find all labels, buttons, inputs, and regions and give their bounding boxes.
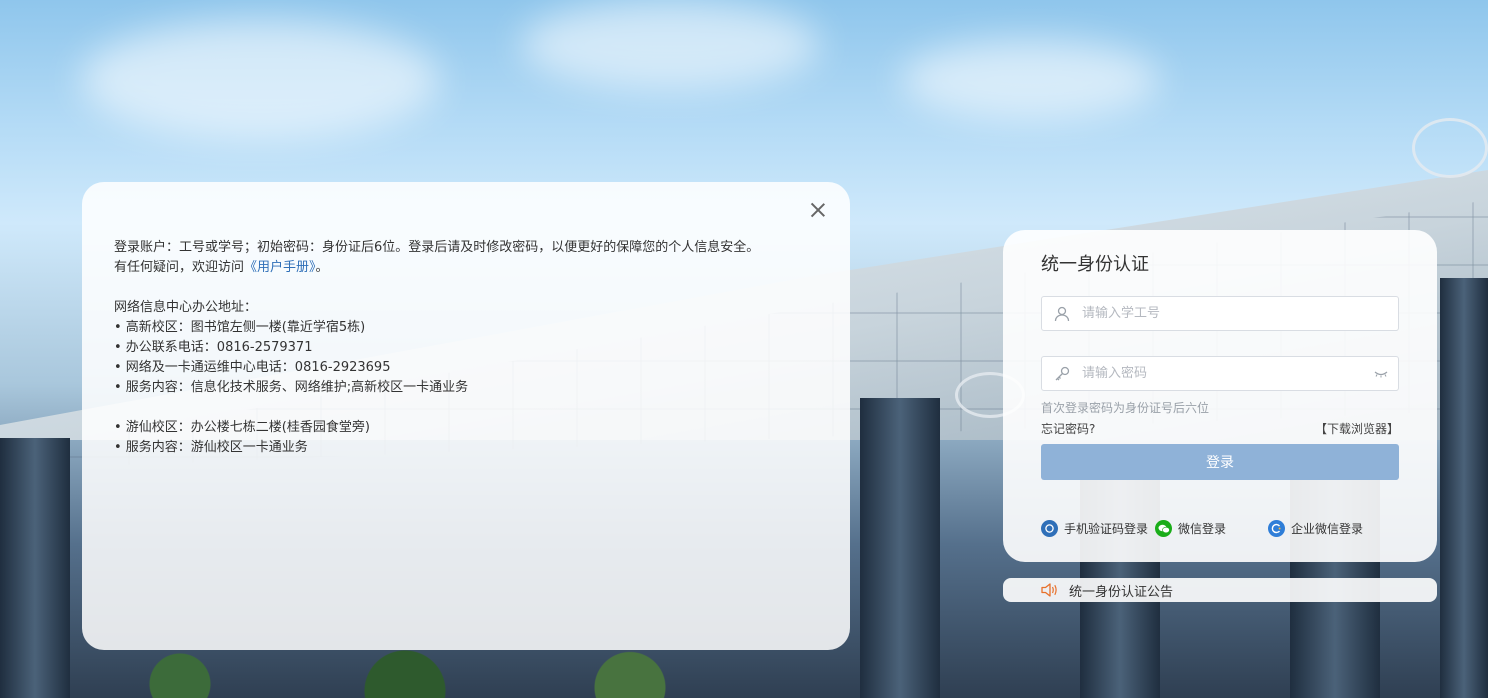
office-phone: • 办公联系电话：0816-2579371	[114, 340, 313, 355]
speaker-icon	[1041, 583, 1057, 597]
close-icon[interactable]	[810, 202, 826, 218]
wechat-icon	[1155, 520, 1172, 537]
username-field	[1041, 296, 1399, 331]
password-input[interactable]	[1082, 357, 1364, 390]
download-browser-link[interactable]: 【下载浏览器】	[1315, 420, 1399, 438]
help-prefix: 有任何疑问，欢迎访问	[114, 260, 245, 275]
help-line: 有任何疑问，欢迎访问《用户手册》。	[114, 258, 818, 278]
enterprise-wechat-login-option[interactable]: 企业微信登录	[1268, 520, 1363, 537]
alternative-logins: 手机验证码登录 微信登录 企业微信登录	[1041, 520, 1411, 540]
sms-login-label: 手机验证码登录	[1064, 522, 1149, 536]
password-hint: 首次登录密码为身份证号后六位	[1041, 401, 1210, 415]
key-icon	[1042, 356, 1082, 391]
announcement-bar[interactable]: 统一身份认证公告	[1003, 578, 1437, 602]
youxian-address: • 游仙校区：办公楼七栋二楼(桂香园食堂旁)	[114, 420, 370, 435]
wechat-login-option[interactable]: 微信登录	[1155, 520, 1226, 537]
gaoxin-address: • 高新校区：图书馆左侧一楼(靠近学宿5栋)	[114, 320, 366, 335]
login-links: 忘记密码? 【下载浏览器】	[1041, 420, 1399, 438]
user-manual-link[interactable]: 《用户手册》	[244, 260, 316, 275]
youxian-services: • 服务内容：游仙校区一卡通业务	[114, 440, 308, 455]
enterprise-wechat-login-label: 企业微信登录	[1291, 522, 1364, 536]
announcement-label: 统一身份认证公告	[1069, 584, 1174, 600]
login-title: 统一身份认证	[1041, 254, 1149, 275]
login-button[interactable]: 登录	[1041, 444, 1399, 480]
enterprise-wechat-icon	[1268, 520, 1285, 537]
gaoxin-services: • 服务内容：信息化技术服务、网络维护;高新校区一卡通业务	[114, 380, 469, 395]
login-card: 统一身份认证 首次登录密码为身份证号后六位 忘记密码? 【下载浏览器】 登录 手…	[1003, 230, 1437, 562]
sms-login-option[interactable]: 手机验证码登录	[1041, 520, 1148, 537]
card-center-phone: • 网络及一卡通运维中心电话：0816-2923695	[114, 360, 391, 375]
forgot-password-link[interactable]: 忘记密码?	[1041, 420, 1095, 438]
wechat-login-label: 微信登录	[1178, 522, 1227, 536]
password-field	[1041, 356, 1399, 391]
login-instructions: 登录账户：工号或学号；初始密码：身份证后6位。登录后请及时修改密码，以便更好的保…	[114, 240, 760, 255]
info-panel: 登录账户：工号或学号；初始密码：身份证后6位。登录后请及时修改密码，以便更好的保…	[82, 182, 850, 650]
eye-closed-icon[interactable]	[1364, 357, 1398, 390]
office-heading: 网络信息中心办公地址：	[114, 300, 258, 315]
sms-icon	[1041, 520, 1058, 537]
user-icon	[1042, 296, 1082, 331]
help-suffix: 。	[315, 260, 329, 275]
username-input[interactable]	[1082, 297, 1398, 330]
